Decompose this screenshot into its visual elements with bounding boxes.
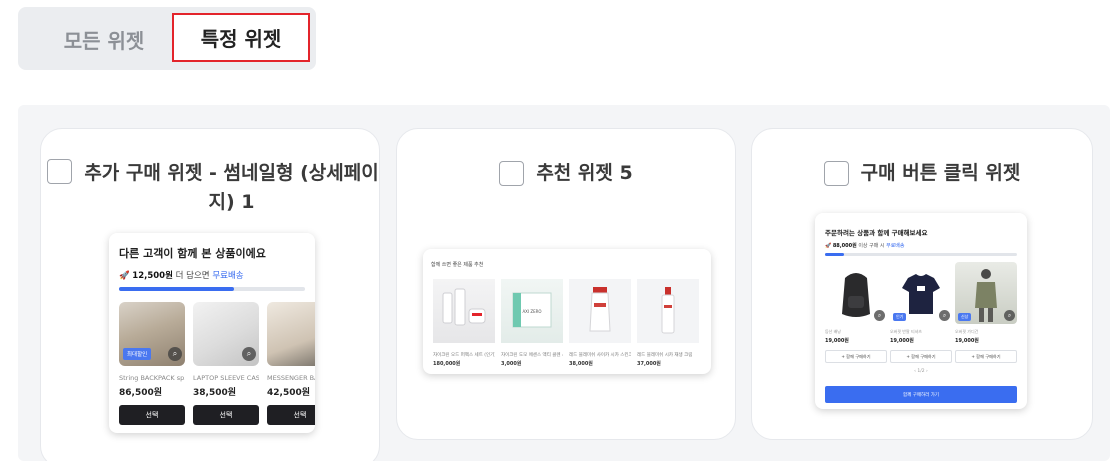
tab-all-widgets[interactable]: 모든 위젯 <box>32 15 176 63</box>
shipping-progress-bar <box>825 253 1017 256</box>
widget-card-recommendation-5[interactable]: 추천 위젯 5 함께 쓰면 좋은 제품 추천 자이크린 오드 퍼펙스 세트 (인… <box>396 128 736 440</box>
shipping-rest: 이상 구매 시 <box>856 243 887 249</box>
widget-title: 추천 위젯 5 <box>536 162 633 184</box>
product-bottle-icon <box>661 287 675 334</box>
product-price: 3,000원 <box>501 361 522 367</box>
zoom-icon[interactable]: ⌕ <box>242 347 256 361</box>
preview-heading: 주문하려는 상품과 함께 구매해보세요 <box>825 229 928 237</box>
widget-card-thumbnail-upsell[interactable]: 추가 구매 위젯 - 썸네일형 (상세페이지) 1 다른 고객이 함께 본 상품… <box>40 128 380 461</box>
product-item[interactable]: 최대할인 ⌕ String BACKPACK sp.2 86,500원 선택 <box>119 302 185 425</box>
select-button[interactable]: 선택 <box>267 405 315 425</box>
shipping-rest: 더 담으면 <box>172 271 213 281</box>
product-price: 19,000원 <box>825 338 849 344</box>
widget-preview: 함께 쓰면 좋은 제품 추천 자이크린 오드 퍼펙스 세트 (인기) 180,0… <box>423 249 711 374</box>
product-name: MESSENGER BAG <box>267 374 315 382</box>
buy-together-cta-button[interactable]: 함께 구매하러 가기 <box>825 386 1017 403</box>
preview-heading: 다른 고객이 함께 본 상품이에요 <box>119 247 266 260</box>
product-image-tshirt: 인기 ⌕ <box>890 262 952 324</box>
product-tube-icon <box>589 287 611 332</box>
widget-scope-tabs: 모든 위젯 특정 위젯 <box>18 7 316 70</box>
product-badge: 신상 <box>958 313 972 321</box>
product-name: 오버핏 반팔 티셔츠 <box>890 329 922 334</box>
widget-gallery-panel: 추가 구매 위젯 - 썸네일형 (상세페이지) 1 다른 고객이 함께 본 상품… <box>18 105 1110 461</box>
rocket-icon: 🚀 <box>119 271 130 281</box>
product-price: 180,000원 <box>433 361 461 367</box>
preview-heading: 함께 쓰면 좋은 제품 추천 <box>431 262 484 268</box>
progress-fill <box>119 287 235 291</box>
add-together-button[interactable]: + 함께 구매하기 <box>825 350 887 363</box>
shipping-progress-bar <box>119 287 305 291</box>
card-header: 구매 버튼 클릭 위젯 <box>752 159 1092 188</box>
shipping-progress-text: 🚀 88,000원 이상 구매 시 무료배송 <box>825 242 905 249</box>
product-image-axizero: AXI ZERO <box>501 279 563 343</box>
select-button[interactable]: 선택 <box>193 405 259 425</box>
product-item[interactable]: 신상 ⌕ 오버핏 가디건 19,000원 + 함께 구매하기 <box>955 262 1017 363</box>
product-price: 38,000원 <box>569 361 593 367</box>
add-together-button[interactable]: + 함께 구매하기 <box>955 350 1017 363</box>
product-price: 42,500원 <box>267 388 311 398</box>
product-image-messenger-bag <box>267 302 315 366</box>
widget-card-buy-button-click[interactable]: 구매 버튼 클릭 위젯 주문하려는 상품과 함께 구매해보세요 🚀 88,000… <box>751 128 1093 440</box>
product-name: 자이크린 오드 퍼펙스 세트 (인기) <box>433 353 495 358</box>
zoom-icon[interactable]: ⌕ <box>874 310 885 321</box>
product-box-icon: AXI ZERO <box>512 292 552 328</box>
card-header: 추천 위젯 5 <box>397 159 735 188</box>
widget-title: 추가 구매 위젯 - 썸네일형 (상세페이지) 1 <box>84 162 379 213</box>
product-image-backpack: ⌕ <box>825 262 887 324</box>
product-price: 37,000원 <box>637 361 661 367</box>
pagination[interactable]: ‹ 1/2 › <box>815 369 1027 374</box>
product-name: 자이크린 도모 에센스 액티 클렌 세트 <box>501 353 563 358</box>
product-name: 레드 블레미쉬 사이카 시카 스킨크 <box>569 353 631 358</box>
product-name: 오버핏 가디건 <box>955 329 979 334</box>
product-price: 19,000원 <box>890 338 914 344</box>
product-image-laptop-case: ⌕ <box>193 302 259 366</box>
product-item[interactable]: ⌕ 등산 배낭 19,000원 + 함께 구매하기 <box>825 262 887 363</box>
product-item[interactable]: 자이크린 오드 퍼펙스 세트 (인기) 180,000원 <box>433 279 495 367</box>
product-image-red-bottle <box>637 279 699 343</box>
widget-preview: 다른 고객이 함께 본 상품이에요 🚀 12,500원 더 담으면 무료배송 최… <box>109 233 315 433</box>
shipping-amount: 12,500원 <box>132 271 173 281</box>
widget-checkbox[interactable] <box>47 159 72 184</box>
widget-checkbox[interactable] <box>499 161 525 186</box>
product-item[interactable]: ⌕ LAPTOP SLEEVE CASE 38,500원 선택 <box>193 302 259 425</box>
product-badge: 최대할인 <box>123 348 152 360</box>
product-bottles-icon <box>442 288 486 326</box>
shipping-progress-text: 🚀 12,500원 더 담으면 무료배송 <box>119 269 244 281</box>
product-price: 19,000원 <box>955 338 979 344</box>
product-image-backpack: 최대할인 ⌕ <box>119 302 185 366</box>
product-item[interactable]: 레드 블레미쉬 사이카 시카 스킨크 38,000원 <box>569 279 631 367</box>
product-name: LAPTOP SLEEVE CASE <box>193 374 259 382</box>
zoom-icon[interactable]: ⌕ <box>939 310 950 321</box>
widget-title: 구매 버튼 클릭 위젯 <box>860 162 1021 184</box>
shipping-amount: 88,000원 <box>832 243 857 249</box>
widget-preview: 주문하려는 상품과 함께 구매해보세요 🚀 88,000원 이상 구매 시 무료… <box>815 213 1027 409</box>
zoom-icon[interactable]: ⌕ <box>168 347 182 361</box>
product-name: 레드 블레미쉬 시카 재생 크림 <box>637 353 693 358</box>
product-price: 38,500원 <box>193 388 237 398</box>
product-item[interactable]: MESSENGER BAG 42,500원 선택 <box>267 302 315 425</box>
free-shipping-label: 무료배송 <box>886 243 905 249</box>
card-header: 추가 구매 위젯 - 썸네일형 (상세페이지) 1 <box>47 159 379 217</box>
rocket-icon: 🚀 <box>825 243 832 249</box>
zoom-icon[interactable]: ⌕ <box>1004 310 1015 321</box>
product-image-skincare-set <box>433 279 495 343</box>
product-item[interactable]: AXI ZERO 자이크린 도모 에센스 액티 클렌 세트 3,000원 <box>501 279 563 367</box>
progress-fill <box>825 253 845 256</box>
select-button[interactable]: 선택 <box>119 405 185 425</box>
product-badge: 인기 <box>893 313 907 321</box>
free-shipping-label: 무료배송 <box>212 271 244 281</box>
product-image-red-tube <box>569 279 631 343</box>
product-name: 등산 배낭 <box>825 329 841 334</box>
widget-checkbox[interactable] <box>823 161 849 186</box>
product-name: String BACKPACK sp.2 <box>119 374 185 382</box>
product-item[interactable]: 인기 ⌕ 오버핏 반팔 티셔츠 19,000원 + 함께 구매하기 <box>890 262 952 363</box>
product-price: 86,500원 <box>119 388 163 398</box>
product-image-cardigan: 신상 ⌕ <box>955 262 1017 324</box>
product-item[interactable]: 레드 블레미쉬 시카 재생 크림 37,000원 <box>637 279 699 367</box>
tab-specific-widgets[interactable]: 특정 위젯 <box>172 13 310 62</box>
add-together-button[interactable]: + 함께 구매하기 <box>890 350 952 363</box>
product-box-label: AXI ZERO <box>522 309 541 314</box>
